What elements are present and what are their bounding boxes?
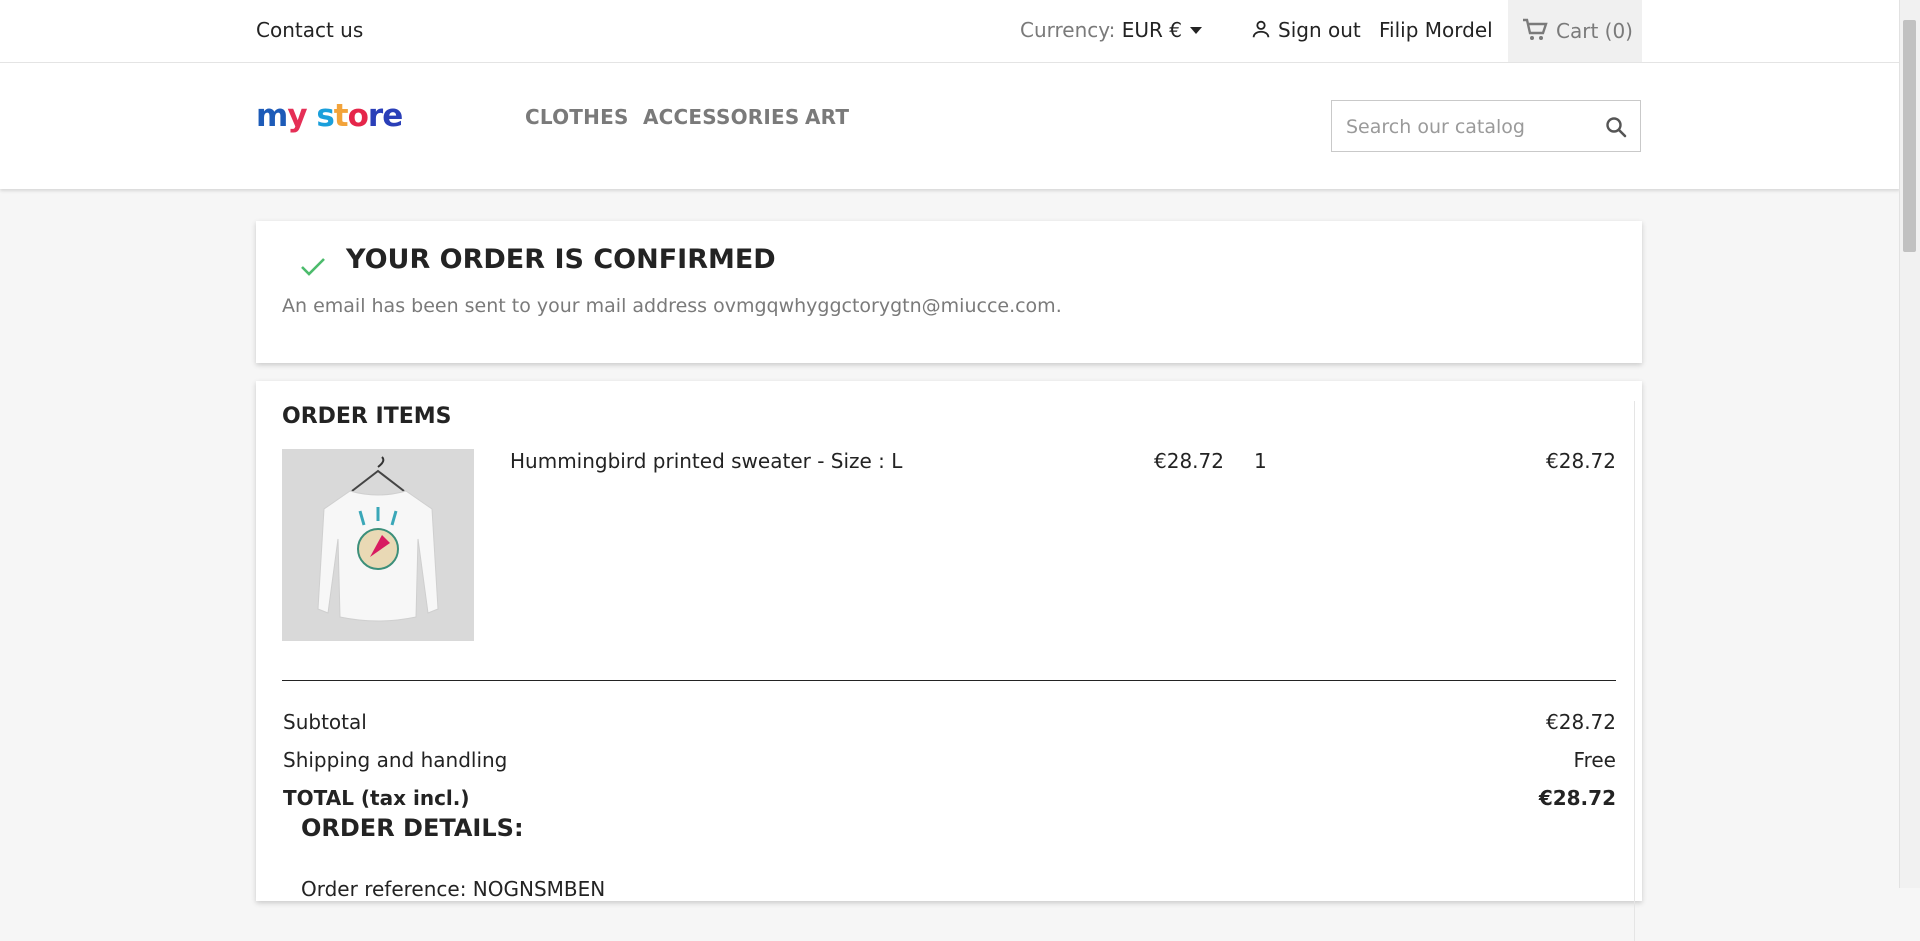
page-scrollbar[interactable]: [1899, 0, 1920, 888]
total-value: €28.72: [1538, 786, 1616, 810]
site-header: my store CLOTHES ACCESSORIES ART: [0, 63, 1900, 189]
shipping-label: Shipping and handling: [283, 748, 508, 772]
nav-clothes[interactable]: CLOTHES: [525, 105, 629, 129]
total-label: TOTAL (tax incl.): [283, 786, 470, 810]
logo-part: t: [333, 98, 349, 134]
logo-part: re: [367, 98, 403, 134]
shipping-value: Free: [1573, 748, 1616, 772]
top-bar: Contact us Currency: EUR € Sign out Fili…: [0, 0, 1900, 63]
subtotal-value: €28.72: [1546, 710, 1616, 734]
logo-part: o: [347, 98, 369, 134]
check-icon: [301, 258, 325, 276]
logo-part: s: [306, 98, 334, 134]
product-image[interactable]: [282, 449, 474, 641]
order-items-title: ORDER ITEMS: [282, 404, 452, 429]
search-icon[interactable]: [1604, 115, 1628, 139]
cart-button[interactable]: Cart (0): [1508, 0, 1642, 62]
logo-part: y: [287, 98, 307, 134]
item-name[interactable]: Hummingbird printed sweater - Size : L: [510, 449, 902, 473]
scrollbar-thumb[interactable]: [1903, 20, 1916, 252]
caret-down-icon: [1190, 27, 1203, 34]
order-reference: Order reference: NOGNSMBEN: [301, 877, 606, 901]
sign-out-link[interactable]: Sign out: [1250, 18, 1361, 42]
contact-us-link[interactable]: Contact us: [256, 18, 363, 42]
nav-accessories[interactable]: ACCESSORIES: [643, 105, 800, 129]
sweater-image: [317, 456, 439, 622]
currency-label: Currency:: [1020, 18, 1116, 42]
currency-value: EUR €: [1121, 18, 1183, 42]
currency-selector[interactable]: Currency: EUR €: [1020, 18, 1203, 42]
logo-part: m: [256, 98, 288, 134]
confirmation-title: YOUR ORDER IS CONFIRMED: [346, 244, 776, 275]
search-box: [1331, 100, 1641, 152]
order-confirmation-card: YOUR ORDER IS CONFIRMED An email has bee…: [256, 221, 1642, 363]
item-quantity: 1: [1254, 449, 1267, 473]
order-items-card: ORDER ITEMS Hummingbird printed sweater …: [256, 381, 1642, 941]
nav-art[interactable]: ART: [805, 105, 849, 129]
column-divider: [1634, 401, 1635, 941]
store-logo[interactable]: my store: [256, 98, 403, 134]
search-input[interactable]: [1344, 113, 1588, 141]
user-icon: [1252, 20, 1270, 38]
cart-icon: [1523, 18, 1548, 40]
subtotal-label: Subtotal: [283, 710, 367, 734]
item-unit-price: €28.72: [1154, 449, 1224, 473]
item-total: €28.72: [1546, 449, 1616, 473]
sign-out-label: Sign out: [1278, 18, 1361, 42]
totals-divider: [282, 680, 1616, 681]
order-details-title: ORDER DETAILS:: [301, 814, 524, 842]
confirmation-email-text: An email has been sent to your mail addr…: [282, 295, 1062, 317]
cart-label: Cart (0): [1556, 19, 1633, 43]
account-name-link[interactable]: Filip Mordel: [1379, 18, 1493, 42]
